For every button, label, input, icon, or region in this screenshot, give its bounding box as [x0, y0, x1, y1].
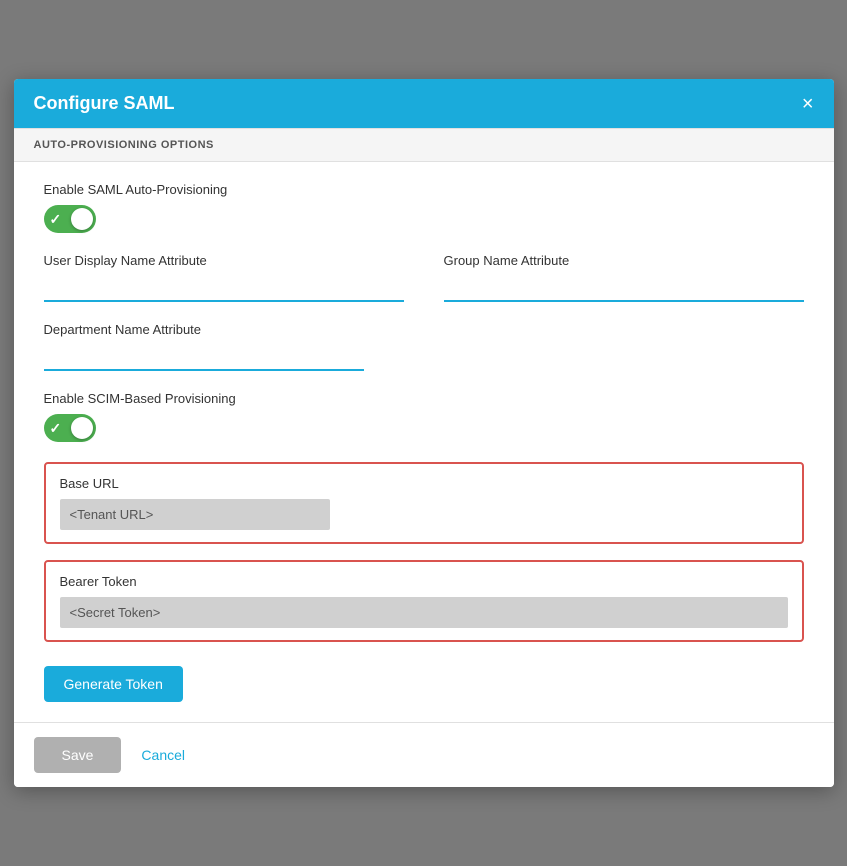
group-name-group: Group Name Attribute — [444, 253, 804, 302]
close-button[interactable]: × — [802, 94, 814, 114]
toggle-track: ✓ — [44, 205, 96, 233]
section-content: Enable SAML Auto-Provisioning ✓ User D — [14, 162, 834, 722]
modal-overlay: Configure SAML × AUTO-PROVISIONING OPTIO… — [0, 0, 847, 866]
bearer-token-label: Bearer Token — [60, 574, 788, 589]
user-display-name-label: User Display Name Attribute — [44, 253, 404, 268]
configure-saml-modal: Configure SAML × AUTO-PROVISIONING OPTIO… — [14, 79, 834, 787]
enable-scim-group: Enable SCIM-Based Provisioning ✓ — [44, 391, 804, 442]
modal-title: Configure SAML — [34, 93, 175, 114]
bearer-token-input[interactable]: <Secret Token> — [60, 597, 788, 628]
enable-scim-label: Enable SCIM-Based Provisioning — [44, 391, 804, 406]
enable-saml-toggle[interactable]: ✓ — [44, 205, 96, 233]
scim-toggle-track: ✓ — [44, 414, 96, 442]
modal-footer: Save Cancel — [14, 722, 834, 787]
cancel-button[interactable]: Cancel — [141, 747, 185, 763]
base-url-label: Base URL — [60, 476, 788, 491]
enable-scim-toggle-container: ✓ — [44, 414, 804, 442]
name-attributes-row: User Display Name Attribute Group Name A… — [44, 253, 804, 322]
modal-body: AUTO-PROVISIONING OPTIONS Enable SAML Au… — [14, 128, 834, 722]
department-name-label: Department Name Attribute — [44, 322, 364, 337]
toggle-check-icon: ✓ — [50, 211, 62, 228]
modal-header: Configure SAML × — [14, 79, 834, 128]
group-name-input[interactable] — [444, 276, 804, 302]
department-name-input[interactable] — [44, 345, 364, 371]
scim-toggle-thumb — [71, 417, 93, 439]
generate-token-button[interactable]: Generate Token — [44, 666, 183, 702]
group-name-label: Group Name Attribute — [444, 253, 804, 268]
user-display-name-input[interactable] — [44, 276, 404, 302]
enable-saml-label: Enable SAML Auto-Provisioning — [44, 182, 804, 197]
base-url-input[interactable]: <Tenant URL> — [60, 499, 330, 530]
user-display-name-group: User Display Name Attribute — [44, 253, 404, 302]
enable-scim-toggle[interactable]: ✓ — [44, 414, 96, 442]
toggle-thumb — [71, 208, 93, 230]
enable-saml-group: Enable SAML Auto-Provisioning ✓ — [44, 182, 804, 233]
scim-toggle-check-icon: ✓ — [50, 420, 62, 437]
bearer-token-field: Bearer Token <Secret Token> — [44, 560, 804, 642]
save-button[interactable]: Save — [34, 737, 122, 773]
department-name-group: Department Name Attribute — [44, 322, 364, 371]
enable-saml-toggle-container: ✓ — [44, 205, 804, 233]
base-url-field: Base URL <Tenant URL> — [44, 462, 804, 544]
section-header: AUTO-PROVISIONING OPTIONS — [14, 128, 834, 162]
